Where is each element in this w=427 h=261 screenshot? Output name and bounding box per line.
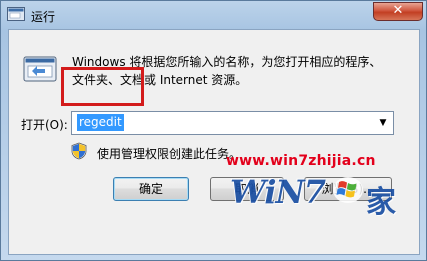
admin-privilege-note: 使用管理权限创建此任务。 [97,147,242,161]
open-label: 打开(O): [21,118,68,132]
ok-button[interactable]: 确定 [113,177,189,201]
title-bar[interactable]: 运行 ✕ [1,1,426,29]
dialog-description: Windows 将根据您所输入的名称，为您打开相应的程序、 文件夹、文档或 In… [72,53,392,89]
watermark-logo-char: 家 [366,185,396,220]
watermark-logo: WiN7 家 [226,171,416,221]
watermark-url: www.win7zhijia.cn [226,153,376,169]
windows-flag-icon [332,175,364,205]
close-button[interactable]: ✕ [373,2,423,21]
chevron-down-icon[interactable]: ▼ [375,112,391,134]
description-line-1: Windows 将根据您所输入的名称，为您打开相应的程序、 [72,55,382,69]
open-input[interactable]: regedit [77,114,124,131]
run-dialog-icon [7,7,25,21]
uac-shield-icon [71,142,87,160]
window-title: 运行 [31,10,56,24]
dialog-body: Windows 将根据您所输入的名称，为您打开相应的程序、 文件夹、文档或 In… [8,29,420,255]
description-line-2: 文件夹、文档或 Internet 资源。 [72,73,248,87]
close-icon: ✕ [392,3,404,18]
run-dialog-window: 运行 ✕ Windows 将根据您所输入的名称，为您打开相应的程序、 文件夹、文… [0,0,427,261]
watermark-logo-text: WiN7 [230,173,326,211]
open-combobox[interactable]: regedit ▼ [71,111,394,135]
run-program-icon [23,55,57,85]
